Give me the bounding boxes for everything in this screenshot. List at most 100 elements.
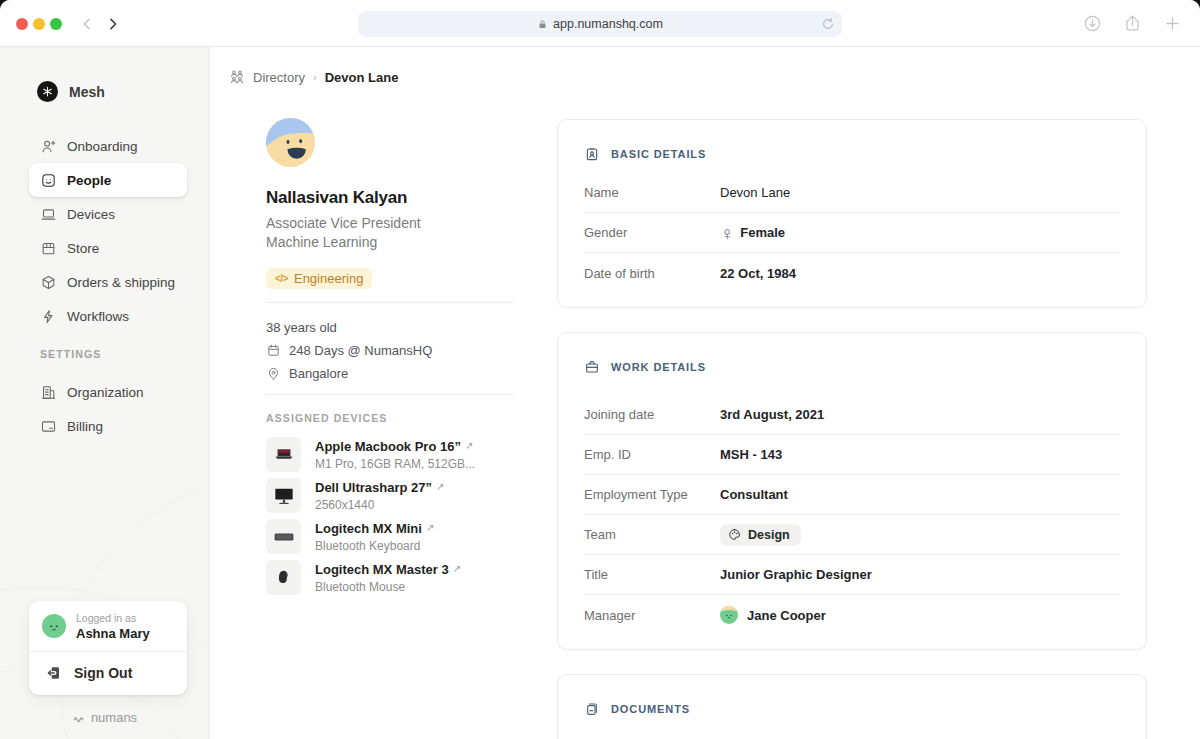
detail-row-team: Team Design [584,515,1120,555]
numans-wordmark: numans [91,710,137,725]
breadcrumb-directory[interactable]: Directory [253,70,305,85]
sidebar-item-orders-shipping[interactable]: Orders & shipping [29,265,187,299]
user-avatar [42,614,66,638]
breadcrumb: Directory › Devon Lane [229,69,398,85]
team-pill-design[interactable]: Design [720,524,801,546]
numans-wave-icon [72,711,86,725]
detail-row-emp-id: Emp. ID MSH - 143 [584,435,1120,475]
documents-icon [584,701,600,717]
mouse-image [266,560,301,595]
sidebar-item-onboarding[interactable]: Onboarding [29,129,187,163]
url-text: app.numanshq.com [553,17,663,31]
sidebar-item-devices[interactable]: Devices [29,197,187,231]
profile-title: Associate Vice President Machine Learnin… [266,214,514,251]
external-link-icon: ↗ [436,481,444,492]
sidebar-item-label: People [67,173,111,188]
laptop-icon [40,206,57,223]
documents-title: DOCUMENTS [611,703,690,715]
device-item-keyboard[interactable]: Logitech MX Mini↗ Bluetooth Keyboard [266,519,514,554]
manager-name[interactable]: Jane Cooper [747,608,826,623]
sidebar-item-organization[interactable]: Organization [29,375,187,409]
reload-icon[interactable] [821,17,835,31]
basic-details-title: BASIC DETAILS [611,148,706,160]
back-icon[interactable] [79,16,95,32]
sidebar-item-label: Billing [67,419,103,434]
work-details-title: WORK DETAILS [611,361,706,373]
detail-row-employment-type: Employment Type Consultant [584,475,1120,515]
brand-name: Mesh [69,84,105,100]
lock-icon [537,18,548,31]
share-icon[interactable] [1123,14,1142,33]
sign-out-label: Sign Out [74,665,132,681]
maximize-window-button[interactable] [50,18,62,30]
device-item-monitor[interactable]: Dell Ultrasharp 27”↗ 2560x1440 [266,478,514,513]
url-bar[interactable]: app.numanshq.com [358,11,842,37]
detail-row-dob: Date of birth 22 Oct, 1984 [584,253,1120,293]
logged-in-user-card: Logged in as Ashna Mary Sign Out [29,601,187,695]
code-icon: </> [275,273,288,284]
external-link-icon: ↗ [453,563,461,574]
monitor-image [266,478,301,513]
profile-summary: Nallasivan Kalyan Associate Vice Preside… [266,118,514,601]
profile-avatar [266,118,315,167]
device-item-mouse[interactable]: Logitech MX Master 3↗ Bluetooth Mouse [266,560,514,595]
sign-out-icon [46,665,62,681]
profile-tenure: 248 Days @ NumansHQ [266,339,514,362]
manager-avatar [720,606,738,624]
palette-icon [728,528,741,541]
mesh-logo [37,81,58,102]
breadcrumb-separator: › [313,71,317,83]
sidebar-item-billing[interactable]: Billing [29,409,187,443]
work-details-card: WORK DETAILS Joining date 3rd August, 20… [557,332,1147,650]
new-tab-icon[interactable] [1163,14,1182,33]
browser-window: app.numanshq.com Mesh [0,0,1200,739]
credit-card-icon [40,418,57,435]
settings-section-header: SETTINGS [40,348,209,360]
sidebar-item-label: Organization [67,385,144,400]
sidebar: Mesh Onboarding People Devices Store [0,47,210,739]
browser-chrome: app.numanshq.com [0,0,1200,47]
detail-row-joining-date: Joining date 3rd August, 2021 [584,395,1120,435]
building-icon [40,384,57,401]
profile-location: Bangalore [266,362,514,385]
macbook-image [266,437,301,472]
sign-out-button[interactable]: Sign Out [29,652,187,694]
external-link-icon: ↗ [426,522,434,533]
person-add-icon [40,138,57,155]
profile-name: Nallasivan Kalyan [266,188,514,208]
assigned-devices-header: ASSIGNED DEVICES [266,412,514,424]
keyboard-image [266,519,301,554]
smiley-icon [40,172,57,189]
team-tag-engineering[interactable]: </> Engineering [266,268,372,289]
forward-icon[interactable] [105,16,121,32]
storefront-icon [40,240,57,257]
profile-age: 38 years old [266,316,514,339]
sidebar-item-people[interactable]: People [29,163,187,197]
sidebar-item-label: Orders & shipping [67,275,175,290]
traffic-lights [16,18,62,30]
downloads-icon[interactable] [1083,14,1102,33]
detail-row-manager: Manager Jane Cooper [584,595,1120,635]
location-pin-icon [266,366,281,381]
main-content: Directory › Devon Lane Nallasivan Kalyan [210,47,1200,739]
sidebar-item-label: Onboarding [67,139,138,154]
sidebar-item-store[interactable]: Store [29,231,187,265]
device-item-macbook[interactable]: Apple Macbook Pro 16”↗ M1 Pro, 16GB RAM,… [266,437,514,472]
close-window-button[interactable] [16,18,28,30]
female-icon: ♀ [720,224,734,243]
breadcrumb-current: Devon Lane [325,70,399,85]
sidebar-item-label: Workflows [67,309,129,324]
directory-users-icon [229,69,245,85]
briefcase-icon [584,359,600,375]
documents-card: DOCUMENTS [557,674,1147,739]
detail-row-gender: Gender ♀Female [584,213,1120,253]
logged-in-as-label: Logged in as [76,612,150,624]
basic-details-card: BASIC DETAILS Name Devon Lane Gender ♀Fe… [557,119,1147,308]
detail-row-title: Title Junior Graphic Designer [584,555,1120,595]
sidebar-item-label: Store [67,241,99,256]
sidebar-item-label: Devices [67,207,115,222]
sidebar-item-workflows[interactable]: Workflows [29,299,187,333]
minimize-window-button[interactable] [33,18,45,30]
logged-in-user-name: Ashna Mary [76,626,150,641]
detail-row-name: Name Devon Lane [584,173,1120,213]
